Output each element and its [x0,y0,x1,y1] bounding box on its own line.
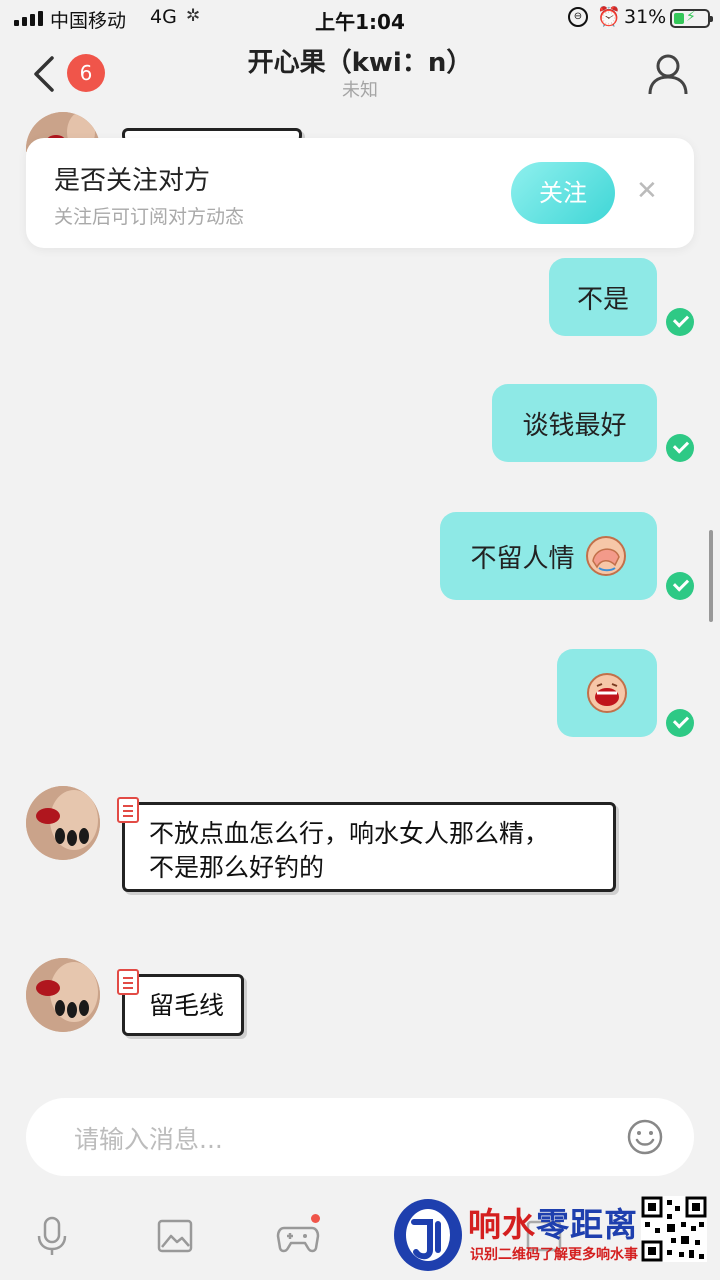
qr-code-icon [641,1196,707,1262]
message-input-placeholder: 请输入消息... [74,1125,223,1154]
message-bubble-incoming[interactable]: 不放点血怎么行，响水女人那么精， 不是那么好钓的 [117,797,616,892]
close-icon[interactable]: ✕ [636,176,658,206]
scrollbar[interactable] [709,530,713,622]
read-check-icon [666,434,694,462]
message-bubble-outgoing[interactable]: 不是 [549,258,657,336]
face-palm-emoji-icon [585,536,626,576]
message-input[interactable]: 请输入消息... [26,1098,694,1176]
message-bubble-outgoing[interactable] [557,649,657,737]
chat-subtitle: 未知 [342,80,378,101]
avatar[interactable] [26,958,100,1032]
laughing-emoji-icon [587,673,627,713]
watermark-logo-icon [394,1199,462,1271]
message-text: 不是那么好钓的 [149,853,325,882]
microphone-icon[interactable] [30,1214,74,1258]
watermark-title: 响水零距离 [468,1198,638,1246]
message-text: 不是 [576,284,629,315]
follow-prompt-description: 关注后可订阅对方动态 [54,206,245,228]
message-bubble-outgoing[interactable]: 谈钱最好 [492,384,657,462]
battery-percent: 31% [624,6,667,28]
watermark-title-blue: 零距离 [536,1205,638,1244]
avatar[interactable] [26,786,100,860]
image-icon[interactable] [153,1214,197,1258]
chat-title: 开心果（kwi：n） [247,48,473,78]
emoji-icon[interactable] [626,1118,664,1156]
status-bar: 中国移动 4G ✲ 上午1:04 ⊖ ⏰ 31% ⚡ [0,0,720,36]
follow-prompt-card: 是否关注对方 关注后可订阅对方动态 关注 ✕ [26,138,694,248]
read-check-icon [666,308,694,336]
message-bubble-outgoing[interactable]: 不留人情 [440,512,657,600]
message-bubble-incoming[interactable]: 留毛线 [117,969,244,1036]
watermark-title-red: 响水 [468,1205,536,1244]
message-text: 不放点血怎么行，响水女人那么精， [149,819,550,848]
read-check-icon [666,709,694,737]
user-profile-icon[interactable] [646,52,690,96]
follow-prompt-title: 是否关注对方 [54,166,211,196]
message-text: 不留人情 [470,543,575,574]
follow-button[interactable]: 关注 [511,162,615,224]
notification-dot [311,1214,320,1223]
message-text: 谈钱最好 [522,410,627,441]
battery-icon: ⚡ [670,9,713,28]
speech-tag-icon [117,797,139,823]
speech-tag-icon [117,969,139,995]
rotation-lock-icon: ⊖ [568,7,588,27]
read-check-icon [666,572,694,600]
watermark-subtitle: 识别二维码了解更多响水事 [470,1247,638,1263]
message-text: 留毛线 [149,991,225,1020]
alarm-icon: ⏰ [597,6,621,28]
